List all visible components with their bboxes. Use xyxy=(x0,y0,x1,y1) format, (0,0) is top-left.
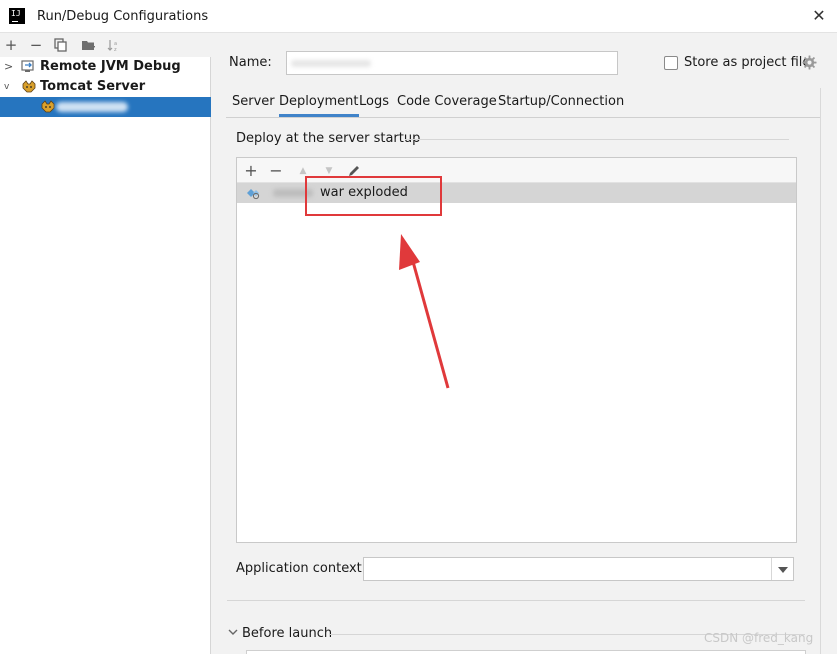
configuration-tree: > Remote JVM Debug v Tomcat Server xyxy=(0,57,211,654)
remote-debug-icon xyxy=(21,60,34,72)
deploy-group-title: Deploy at the server startup xyxy=(236,131,421,146)
tree-item-label: Remote JVM Debug xyxy=(40,59,181,74)
tree-item-tomcat-config[interactable] xyxy=(0,97,211,117)
remove-artifact-button[interactable]: − xyxy=(266,161,286,181)
chevron-down-icon[interactable] xyxy=(228,626,238,640)
tomcat-icon xyxy=(41,100,55,113)
tree-item-remote-jvm-debug[interactable]: > Remote JVM Debug xyxy=(0,57,211,77)
annotation-arrow xyxy=(399,234,450,389)
annotation-highlight-box xyxy=(305,176,442,216)
add-artifact-button[interactable]: + xyxy=(241,161,261,181)
close-button[interactable]: ✕ xyxy=(810,7,828,25)
application-context-label: Application context: xyxy=(236,561,367,576)
copy-configuration-button[interactable] xyxy=(52,36,70,54)
new-folder-button[interactable] xyxy=(79,36,97,54)
chevron-right-icon: > xyxy=(4,60,14,73)
tab-startup-connection[interactable]: Startup/Connection xyxy=(498,93,624,117)
application-context-combobox[interactable] xyxy=(363,557,794,581)
add-configuration-button[interactable]: + xyxy=(2,36,20,54)
svg-text:z: z xyxy=(114,47,117,52)
copy-icon xyxy=(54,38,67,52)
section-divider xyxy=(227,600,805,601)
group-divider xyxy=(405,139,789,140)
sort-alpha-icon: az xyxy=(107,40,117,52)
tree-item-tomcat-server[interactable]: v Tomcat Server xyxy=(0,77,211,97)
tab-logs[interactable]: Logs xyxy=(359,93,389,117)
tree-item-label: Tomcat Server xyxy=(40,79,146,94)
store-as-project-file-label[interactable]: Store as project file xyxy=(684,55,810,70)
name-label: Name: xyxy=(229,55,272,70)
tab-divider xyxy=(226,117,820,118)
before-launch-panel xyxy=(246,650,806,654)
chevron-down-icon: v xyxy=(4,82,10,92)
chevron-down-icon[interactable] xyxy=(771,558,793,580)
before-launch-toggle[interactable]: Before launch xyxy=(242,626,332,641)
window-title: Run/Debug Configurations xyxy=(37,9,209,24)
gear-icon[interactable] xyxy=(802,55,817,70)
title-bar: IJ Run/Debug Configurations ✕ xyxy=(0,0,837,33)
config-toolbar: + − az xyxy=(0,33,211,57)
artifact-icon xyxy=(247,189,260,200)
tomcat-icon xyxy=(22,80,36,93)
redacted-name xyxy=(291,60,371,67)
tab-code-coverage[interactable]: Code Coverage xyxy=(397,93,497,117)
scrollbar[interactable] xyxy=(820,88,830,654)
store-as-project-file-checkbox[interactable] xyxy=(664,56,678,70)
tab-server[interactable]: Server xyxy=(232,93,275,117)
intellij-icon: IJ xyxy=(9,8,25,24)
redacted-name xyxy=(56,102,128,112)
tab-deployment[interactable]: Deployment xyxy=(279,93,359,117)
name-input[interactable] xyxy=(286,51,618,75)
watermark: CSDN @fred_kang xyxy=(704,631,814,645)
folder-add-icon xyxy=(81,41,95,50)
remove-configuration-button[interactable]: − xyxy=(27,36,45,54)
sort-button[interactable]: az xyxy=(105,36,123,54)
